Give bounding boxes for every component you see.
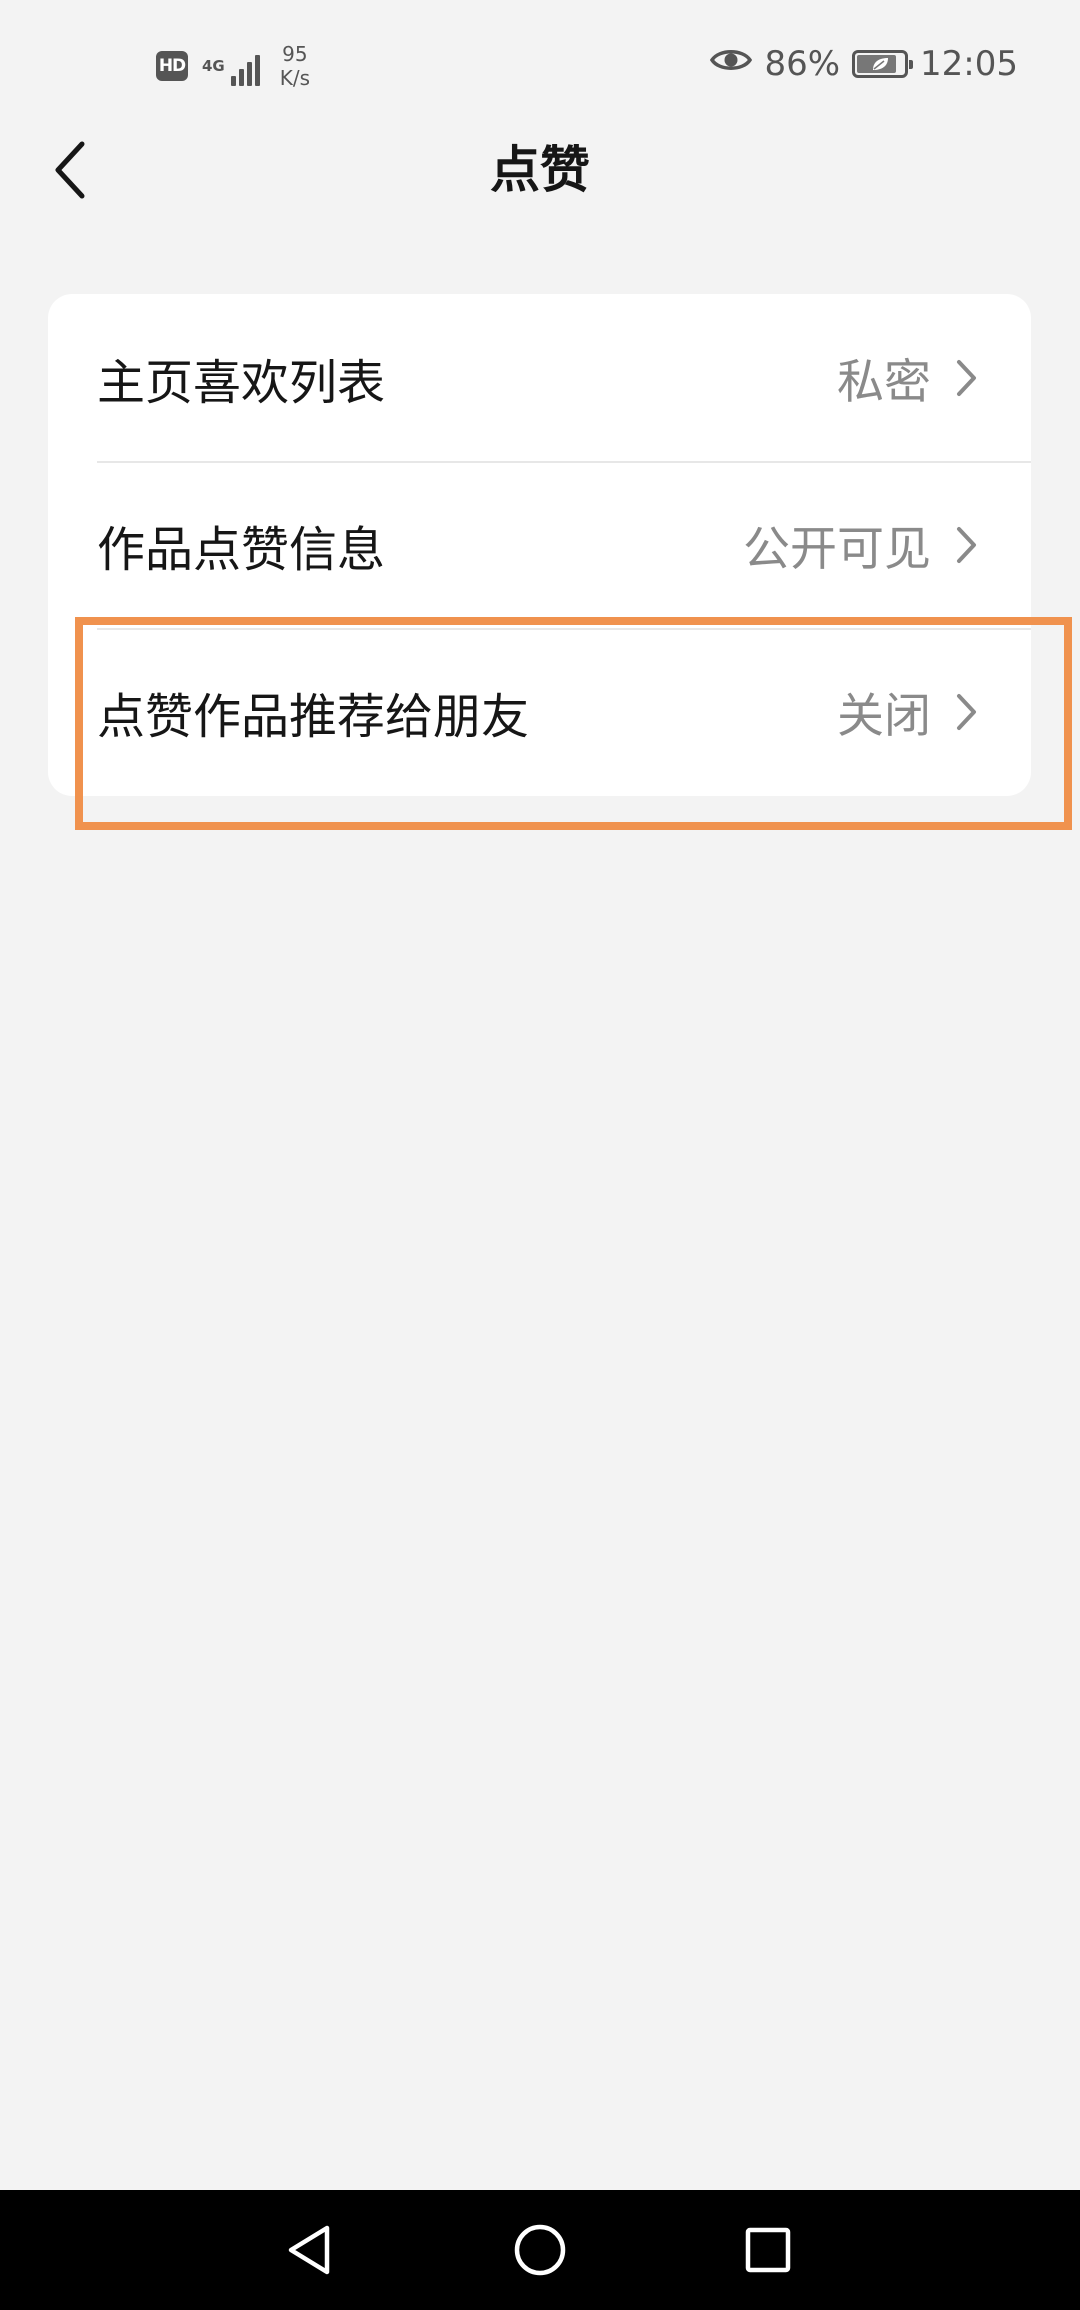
setting-value: 公开可见 (743, 522, 931, 577)
page-title: 点赞 (490, 141, 590, 199)
leaf-icon (873, 58, 889, 70)
setting-row-homepage-likes[interactable]: 主页喜欢列表 私密 (48, 294, 1031, 461)
settings-card: 主页喜欢列表 私密 作品点赞信息 公开可见 点赞作品推荐给朋友 关闭 (48, 294, 1031, 796)
header: 点赞 (0, 130, 1080, 210)
home-circle-icon (514, 2224, 566, 2276)
battery-percent: 86% (764, 44, 841, 84)
back-triangle-icon (288, 2225, 330, 2275)
setting-value: 关闭 (837, 689, 931, 744)
chevron-right-icon (951, 525, 983, 565)
nav-recent-button[interactable] (733, 2215, 803, 2285)
navigation-bar (0, 2190, 1080, 2310)
network-speed: 95 K/s (280, 42, 310, 90)
setting-row-like-info[interactable]: 作品点赞信息 公开可见 (48, 461, 1031, 628)
setting-label: 点赞作品推荐给朋友 (97, 688, 530, 745)
status-bar: HD 4G 95 K/s 86% 12:05 (0, 0, 1080, 130)
network-speed-unit: K/s (279, 66, 311, 90)
nav-back-button[interactable] (273, 2215, 343, 2285)
hd-icon: HD (156, 51, 188, 81)
battery-icon (852, 50, 914, 78)
setting-value: 私密 (837, 355, 931, 410)
signal-icon: 4G (202, 46, 260, 86)
signal-bars (230, 50, 260, 86)
eye-icon (710, 44, 753, 84)
nav-home-button[interactable] (505, 2215, 575, 2285)
setting-label: 主页喜欢列表 (97, 354, 386, 411)
setting-label: 作品点赞信息 (97, 521, 386, 578)
network-speed-value: 95 (282, 42, 308, 66)
clock: 12:05 (920, 44, 1018, 84)
recent-square-icon (745, 2227, 791, 2273)
chevron-right-icon (951, 692, 983, 732)
network-type: 4G (202, 57, 225, 75)
status-right: 86% 12:05 (710, 36, 1018, 92)
chevron-right-icon (951, 358, 983, 398)
setting-row-recommend-to-friends[interactable]: 点赞作品推荐给朋友 关闭 (48, 628, 1031, 795)
status-left: HD 4G 95 K/s (156, 38, 310, 94)
